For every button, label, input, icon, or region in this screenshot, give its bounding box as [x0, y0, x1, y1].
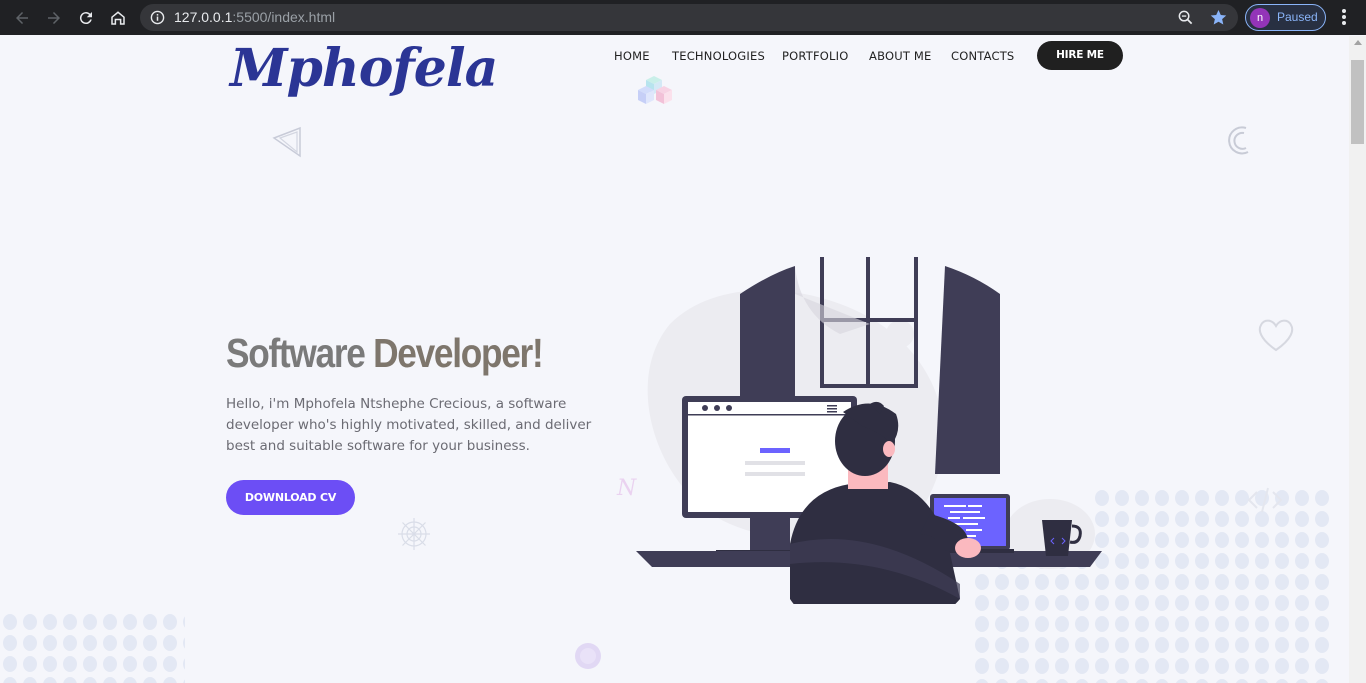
scroll-up-arrow-icon[interactable] [1354, 40, 1362, 45]
nav-home[interactable]: HOME [614, 49, 650, 63]
dot-pattern-left [0, 612, 185, 683]
triangle-icon [272, 126, 301, 158]
back-arrow-icon[interactable] [8, 4, 35, 31]
purple-blob-icon [575, 643, 601, 669]
url-path: :5500/index.html [232, 9, 336, 25]
cube-icon [638, 76, 672, 104]
vertical-scrollbar[interactable] [1349, 36, 1366, 683]
star-icon[interactable] [1209, 8, 1228, 27]
reload-icon[interactable] [72, 4, 99, 31]
logo-text: Mphofela [230, 38, 498, 99]
hero-title-part2: Developer! [364, 330, 544, 376]
url-host: 127.0.0.1 [174, 9, 233, 25]
avatar: n [1250, 8, 1270, 28]
kebab-menu-icon[interactable] [1336, 6, 1352, 28]
hero-title-part1: Software [226, 330, 366, 376]
forward-arrow-icon[interactable] [40, 4, 67, 31]
nav-technologies[interactable]: TECHNOLOGIES [672, 49, 765, 63]
url-text[interactable]: 127.0.0.1:5500/index.html [174, 9, 335, 25]
flower-icon [398, 518, 430, 550]
scroll-thumb[interactable] [1351, 60, 1364, 144]
nav-portfolio[interactable]: PORTFOLIO [782, 49, 848, 63]
hero-title: Software Developer! [226, 330, 544, 377]
profile-status: Paused [1277, 10, 1318, 24]
address-bar[interactable]: 127.0.0.1:5500/index.html [140, 4, 1238, 31]
arc-icon [1228, 126, 1249, 155]
code-brackets-icon [1247, 487, 1283, 513]
page-viewport: N Mphofela HOME TECHNOLOGIES PORTFOLIO A… [0, 36, 1349, 683]
profile-button[interactable]: n Paused [1245, 4, 1326, 31]
download-cv-button[interactable]: DOWNLOAD CV [226, 480, 355, 515]
hire-me-button[interactable]: HIRE ME [1037, 41, 1123, 70]
heart-icon [1258, 319, 1294, 352]
nav-contacts[interactable]: CONTACTS [951, 49, 1014, 63]
hero-description: Hello, i'm Mphofela Ntshephe Crecious, a… [226, 396, 592, 454]
zoom-icon[interactable] [1177, 9, 1194, 26]
nav-about-me[interactable]: ABOUT ME [869, 49, 932, 63]
developer-illustration [636, 257, 1102, 604]
home-icon[interactable] [104, 4, 131, 31]
browser-toolbar: 127.0.0.1:5500/index.html n Paused [0, 0, 1366, 35]
site-logo[interactable]: Mphofela [225, 36, 498, 112]
info-icon[interactable] [150, 10, 165, 25]
